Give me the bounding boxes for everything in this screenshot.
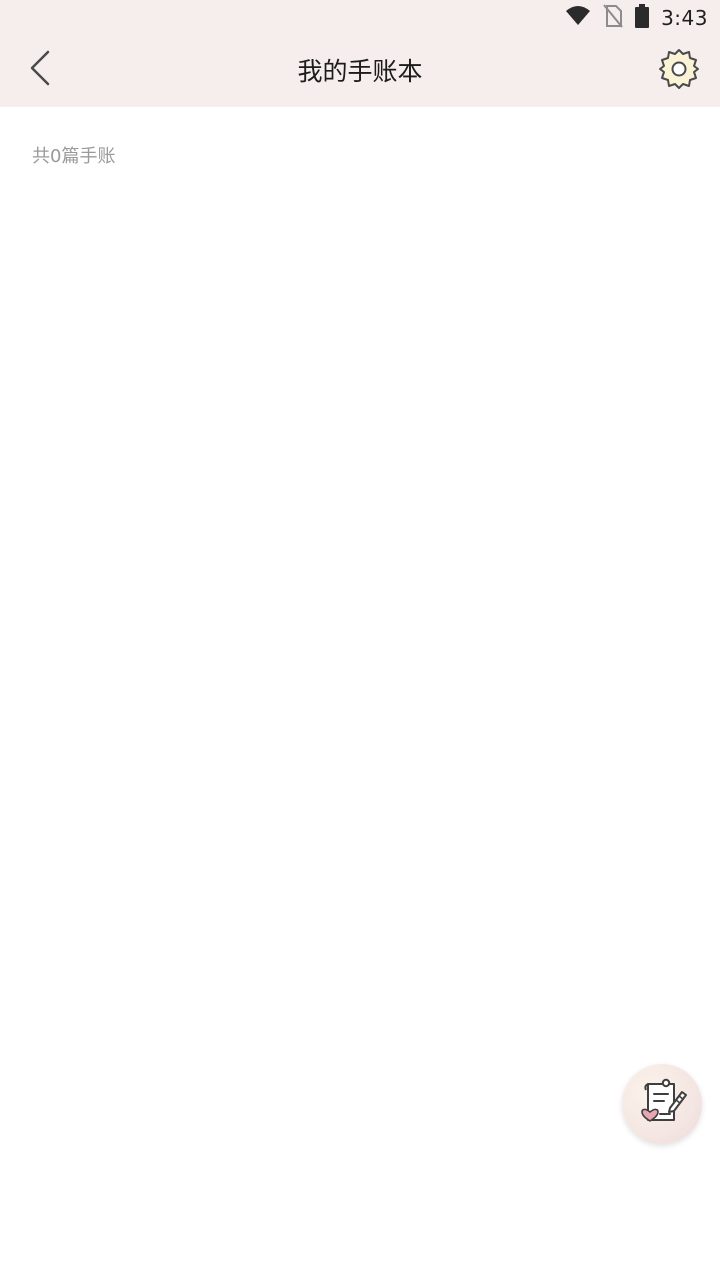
settings-button[interactable]: [654, 46, 704, 96]
battery-icon: [635, 4, 650, 32]
page-title: 我的手账本: [297, 57, 423, 86]
new-journal-button[interactable]: [622, 1064, 702, 1144]
journal-count-text: 共0篇手账: [32, 146, 116, 167]
journal-list-screen: 3:43 我的手账本 共0篇手账: [0, 0, 720, 1280]
status-time: 3:43: [661, 6, 708, 30]
status-icons: 3:43: [565, 4, 708, 32]
wifi-icon: [565, 5, 591, 31]
header-bar: 3:43 我的手账本: [0, 0, 720, 107]
gear-icon: [657, 47, 701, 95]
nav-bar: 我的手账本: [0, 36, 720, 107]
status-bar: 3:43: [0, 0, 720, 36]
no-sim-icon: [603, 4, 623, 32]
write-journal-icon: [634, 1074, 690, 1134]
